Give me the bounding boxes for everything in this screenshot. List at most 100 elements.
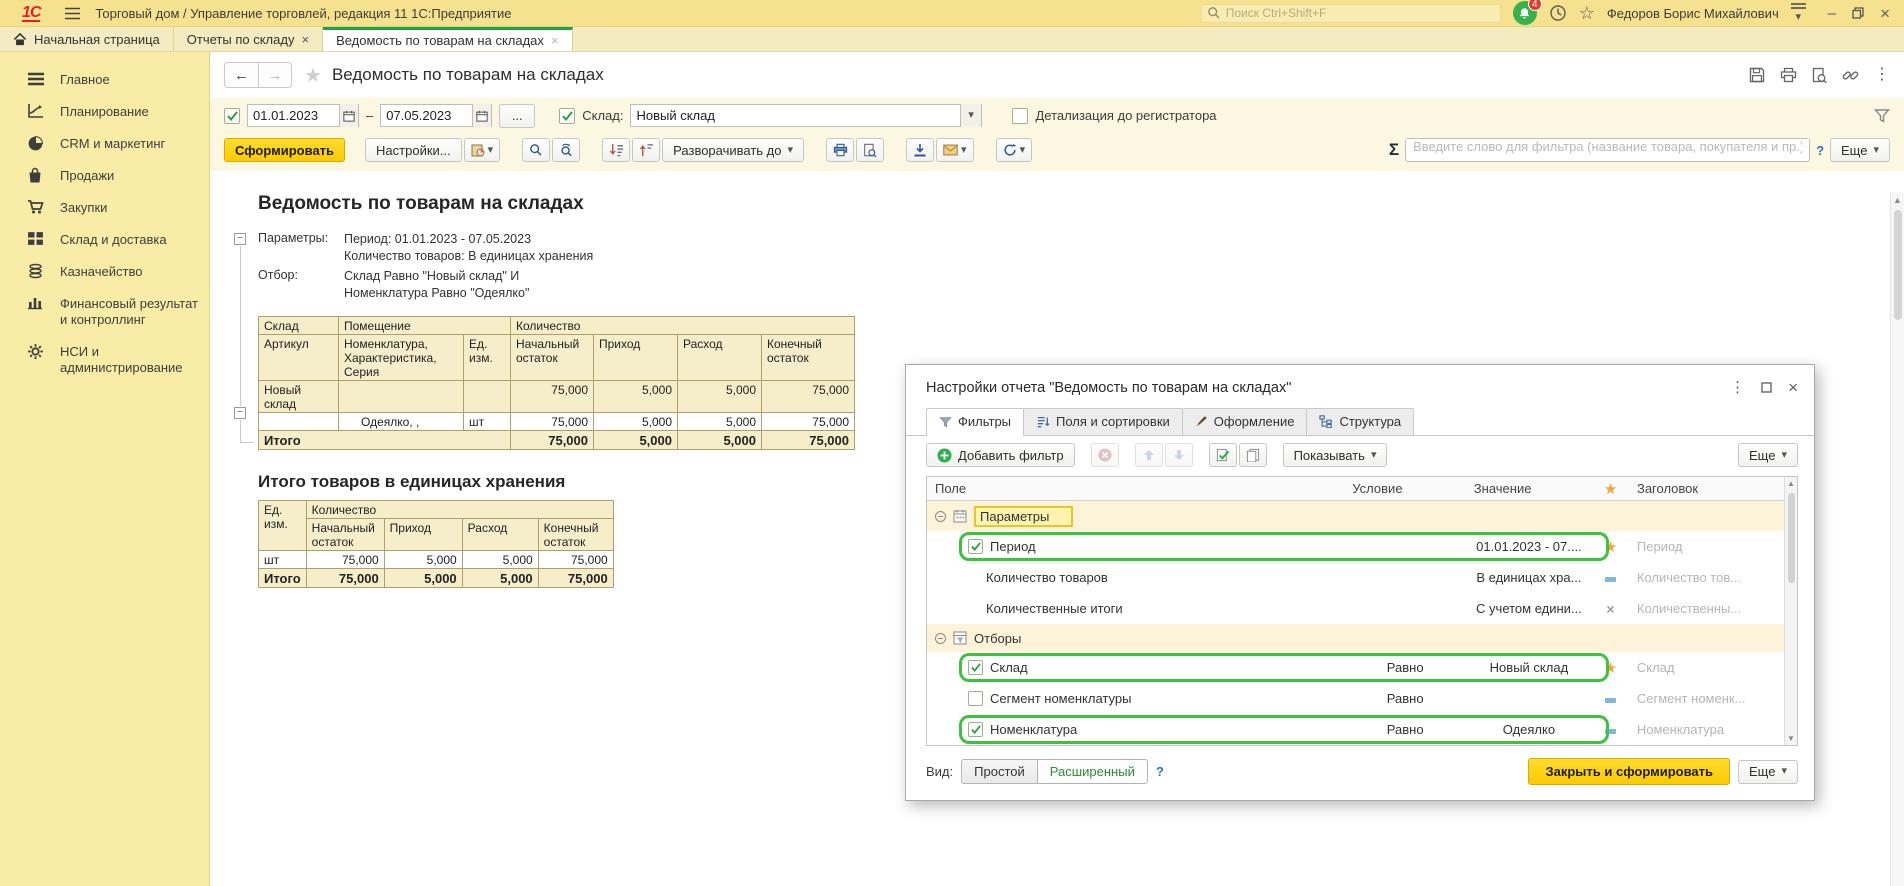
usage-dash-icon[interactable] [1592,570,1629,585]
period-checkbox[interactable] [224,108,240,124]
main-scrollbar[interactable]: ▲ [1890,192,1904,886]
show-button[interactable]: Показывать ▾ [1283,443,1388,467]
expand-rows-icon[interactable] [602,138,630,162]
sidebar-item-sales[interactable]: Продажи [0,160,209,192]
sidebar-item-crm[interactable]: CRM и маркетинг [0,128,209,160]
sidebar-item-main[interactable]: Главное [0,64,209,96]
date-from-input[interactable] [248,108,339,123]
dialog-more-icon[interactable]: ⋮ [1730,380,1745,395]
dialog-maximize-button[interactable] [1761,382,1772,393]
forward-button[interactable]: → [258,63,291,87]
warehouse-input[interactable] [631,108,959,123]
dialog-close-button[interactable]: × [1788,379,1798,396]
row-checkbox[interactable] [968,722,983,737]
calendar-icon[interactable] [339,104,358,127]
row-checkbox[interactable] [968,660,983,675]
report-variants-button[interactable]: ▾ [464,138,501,162]
restore-button[interactable] [1852,7,1864,19]
sidebar-item-planning[interactable]: Планирование [0,96,209,128]
tab-fields-sorting[interactable]: Поля и сортировки [1023,408,1183,435]
notifications-button[interactable]: 4 [1513,1,1537,25]
search-next-icon[interactable] [552,138,580,162]
tab-goods-statement[interactable]: Ведомость по товарам на складах × [323,27,572,51]
usage-star-icon[interactable]: ★ [1592,659,1629,677]
usage-dash-icon[interactable] [1592,691,1629,706]
filter-funnel-icon[interactable] [1874,108,1890,123]
detail-checkbox[interactable] [1012,108,1028,124]
move-down-button[interactable] [1165,443,1193,467]
tab-home[interactable]: Начальная страница [0,27,174,51]
grid-row-quantitative-totals[interactable]: Количественные итоги С учетом едини... ×… [927,593,1797,624]
print-icon[interactable] [826,138,854,162]
grid-row-period[interactable]: Период 01.01.2023 - 07.... ★ Период [927,531,1797,562]
grid-row-warehouse[interactable]: Склад Равно Новый склад ★ Склад [927,652,1797,683]
usage-star-icon[interactable]: ★ [1592,538,1629,556]
dialog-toolbar-more-button[interactable]: Еще ▾ [1738,443,1798,467]
value-cell[interactable]: Одеялко [1466,722,1592,737]
close-tab-icon[interactable]: × [551,33,559,48]
quick-filter-field[interactable] [1405,138,1810,162]
history-icon[interactable] [1549,4,1567,22]
value-cell[interactable]: В единицах хра... [1466,570,1592,585]
refresh-button[interactable]: ▾ [996,138,1033,162]
tab-appearance[interactable]: Оформление [1182,408,1308,435]
search-icon[interactable] [522,138,550,162]
close-window-button[interactable]: × [1880,5,1890,22]
value-cell[interactable]: Новый склад [1466,660,1592,675]
usage-dash-icon[interactable] [1592,722,1629,737]
grid-row-nomenclature-segment[interactable]: Сегмент номенклатуры Равно Сегмент номен… [927,683,1797,714]
dialog-help-button[interactable]: ? [1156,764,1164,779]
more-menu-icon[interactable]: ⋮ [1874,67,1890,83]
scrollbar-thumb[interactable] [1894,210,1902,320]
value-cell[interactable]: 01.01.2023 - 07.... [1466,539,1592,554]
print-icon[interactable] [1780,67,1797,83]
send-mail-button[interactable]: ▾ [936,138,974,162]
delete-filter-button[interactable] [1091,443,1119,467]
help-button[interactable]: ? [1816,143,1824,158]
row-checkbox[interactable] [968,691,983,706]
link-icon[interactable] [1842,67,1859,84]
usage-x-icon[interactable]: × [1592,601,1629,617]
move-up-button[interactable] [1135,443,1163,467]
minimize-button[interactable]: – [1828,6,1836,21]
collapse-group-icon[interactable]: − [234,233,246,245]
chevron-down-icon[interactable]: ▾ [960,104,982,127]
dialog-footer-more-button[interactable]: Еще ▾ [1738,760,1798,784]
collapse-group-icon[interactable]: − [234,407,246,419]
sidebar-item-treasury[interactable]: Казначейство [0,256,209,288]
grid-row-goods-quantity[interactable]: Количество товаров В единицах хра... Кол… [927,562,1797,593]
grid-scrollbar[interactable]: ▲ ▼ [1784,477,1797,745]
scrollbar-thumb[interactable] [1788,493,1795,583]
main-menu-icon[interactable] [64,7,81,20]
expand-to-button[interactable]: Разворачивать до ▾ [662,138,804,162]
warehouse-combo[interactable]: ▾ [630,104,982,127]
date-to-input[interactable] [381,108,472,123]
global-search[interactable] [1201,4,1501,23]
user-menu[interactable]: Федоров Борис Михайлович [1607,6,1779,21]
uncheck-all-button[interactable] [1239,443,1267,467]
view-extended-button[interactable]: Расширенный [1038,759,1148,784]
period-variants-button[interactable]: ... [499,104,535,128]
generate-button[interactable]: Сформировать [224,138,345,162]
sidebar-item-warehouse[interactable]: Склад и доставка [0,224,209,256]
date-from-field[interactable] [247,104,359,127]
global-search-input[interactable] [1226,6,1495,20]
quick-filter-input[interactable] [1406,139,1809,154]
favorites-icon[interactable]: ☆ [1579,4,1595,22]
favorite-star-icon[interactable]: ★ [304,63,322,88]
check-all-button[interactable] [1209,443,1237,467]
close-tab-icon[interactable]: × [301,32,309,47]
collapse-icon[interactable] [935,511,946,522]
value-cell[interactable]: С учетом едини... [1466,601,1592,616]
add-filter-button[interactable]: Добавить фильтр [926,443,1075,467]
tab-warehouse-reports[interactable]: Отчеты по складу × [174,27,323,51]
collapse-icon[interactable] [935,633,946,644]
collapse-rows-icon[interactable] [632,138,660,162]
tab-filters[interactable]: Фильтры [926,408,1024,435]
print-preview-icon[interactable] [856,138,884,162]
tab-structure[interactable]: Структура [1306,408,1414,435]
grid-row-nomenclature[interactable]: Номенклатура Равно Одеялко Номенклатура [927,714,1797,745]
save-icon[interactable] [1749,67,1765,83]
sidebar-item-nsi[interactable]: НСИ и администрирование [0,336,209,384]
settings-button[interactable]: Настройки... [365,138,462,162]
